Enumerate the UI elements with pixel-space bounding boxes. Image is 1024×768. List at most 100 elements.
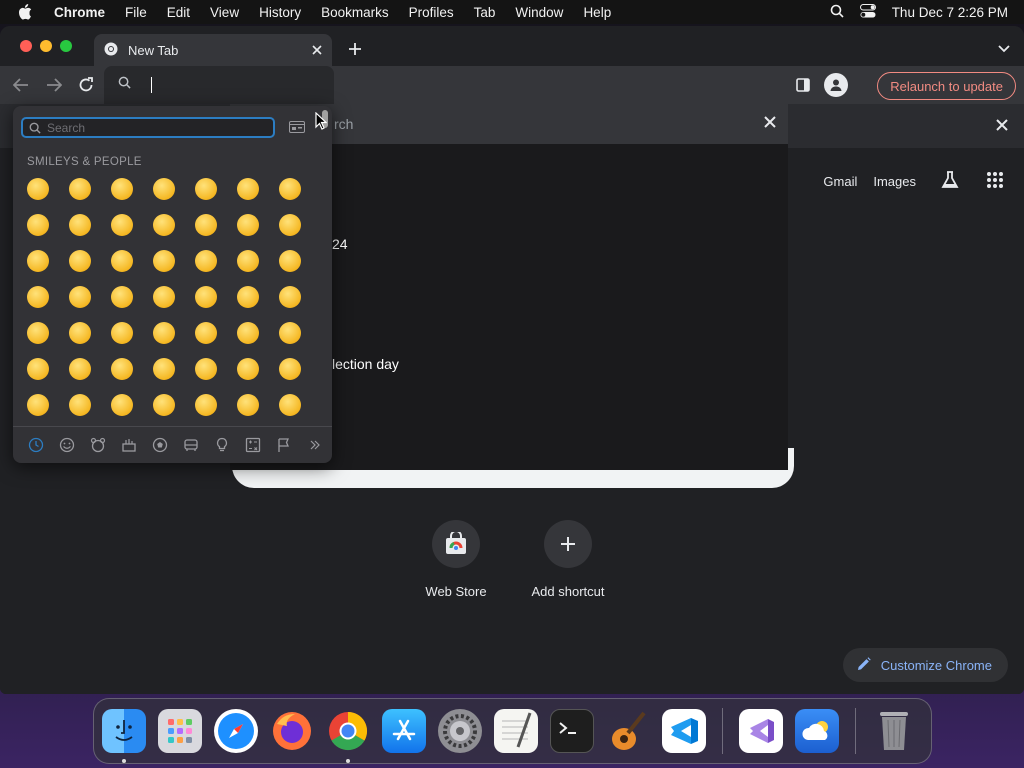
address-bar[interactable]: [104, 66, 334, 104]
emoji-cell[interactable]: 🤨: [23, 318, 53, 348]
dropdown-text-fragment-2[interactable]: lection day: [332, 356, 399, 372]
dropdown-close-icon[interactable]: [764, 115, 776, 133]
dock-garageband[interactable]: [606, 709, 650, 753]
dock-finder[interactable]: [102, 709, 146, 763]
shortcut-add[interactable]: Add shortcut: [513, 520, 623, 599]
gmail-link[interactable]: Gmail: [823, 174, 857, 189]
control-center-icon[interactable]: [859, 3, 876, 21]
clock-icon[interactable]: [27, 436, 45, 454]
emoji-cell[interactable]: 😒: [65, 354, 95, 384]
animal-icon[interactable]: [89, 436, 107, 454]
dock-safari[interactable]: [214, 709, 258, 753]
emoji-cell[interactable]: 😍: [149, 246, 179, 276]
emoji-cell[interactable]: 😣: [65, 390, 95, 420]
menu-history[interactable]: History: [259, 5, 301, 20]
emoji-cell[interactable]: 🤩: [233, 318, 263, 348]
emoji-cell[interactable]: 🥰: [191, 246, 221, 276]
emoji-cell[interactable]: 🥸: [191, 318, 221, 348]
new-tab-button[interactable]: [344, 38, 366, 60]
menu-edit[interactable]: Edit: [167, 5, 190, 20]
forward-button[interactable]: [43, 74, 65, 96]
emoji-cell[interactable]: 🥺: [233, 390, 263, 420]
close-window-button[interactable]: [20, 40, 32, 52]
ball-icon[interactable]: [151, 436, 169, 454]
emoji-cell[interactable]: 😏: [23, 354, 53, 384]
dock-vscode[interactable]: [662, 709, 706, 753]
emoji-cell[interactable]: 😝: [191, 282, 221, 312]
emoji-cell[interactable]: 😗: [275, 246, 305, 276]
emoji-cell[interactable]: 🙃: [23, 246, 53, 276]
tab-close-icon[interactable]: [312, 43, 322, 58]
reload-button[interactable]: [75, 74, 97, 96]
minimize-window-button[interactable]: [40, 40, 52, 52]
emoji-cell[interactable]: 😛: [149, 282, 179, 312]
dock-visual-studio[interactable]: [739, 709, 783, 753]
dock-app-store[interactable]: [382, 709, 426, 753]
dock-terminal[interactable]: [550, 709, 594, 753]
labs-flask-icon[interactable]: [940, 170, 960, 193]
back-button[interactable]: [10, 74, 32, 96]
emoji-cell[interactable]: 🥹: [233, 174, 263, 204]
dock-firefox[interactable]: [270, 709, 314, 753]
food-icon[interactable]: [120, 436, 138, 454]
emoji-cell[interactable]: 😁: [149, 174, 179, 204]
emoji-cell[interactable]: 🥲: [107, 210, 137, 240]
dock-system-settings[interactable]: [438, 709, 482, 753]
emoji-cell[interactable]: 🤣: [65, 210, 95, 240]
emoji-cell[interactable]: ☺️: [149, 210, 179, 240]
bulb-icon[interactable]: [213, 436, 231, 454]
emoji-cell[interactable]: 😂: [23, 210, 53, 240]
dock-weather[interactable]: [795, 709, 839, 753]
emoji-cell[interactable]: 😇: [233, 210, 263, 240]
menu-clock[interactable]: Thu Dec 7 2:26 PM: [892, 5, 1008, 20]
dock-trash[interactable]: [872, 709, 916, 753]
relaunch-to-update-button[interactable]: Relaunch to update: [877, 72, 1016, 100]
emoji-cell[interactable]: 😊: [191, 210, 221, 240]
apple-menu-icon[interactable]: [18, 4, 36, 20]
menu-help[interactable]: Help: [583, 5, 611, 20]
emoji-cell[interactable]: 🤓: [107, 318, 137, 348]
tab-new-tab[interactable]: New Tab: [94, 34, 332, 66]
emoji-cell[interactable]: 🥳: [275, 318, 305, 348]
character-viewer-icon[interactable]: [289, 120, 305, 138]
banner-close-icon[interactable]: [996, 118, 1008, 136]
emoji-cell[interactable]: 😖: [107, 390, 137, 420]
zoom-window-button[interactable]: [60, 40, 72, 52]
profile-avatar-icon[interactable]: [824, 73, 848, 97]
emoji-cell[interactable]: 😌: [107, 246, 137, 276]
dock-chrome[interactable]: [326, 709, 370, 763]
emoji-cell[interactable]: 😚: [65, 282, 95, 312]
emoji-cell[interactable]: 🙂: [275, 210, 305, 240]
shortcut-web-store[interactable]: Web Store: [401, 520, 511, 599]
menu-view[interactable]: View: [210, 5, 239, 20]
menu-app-name[interactable]: Chrome: [54, 5, 105, 20]
emoji-cell[interactable]: 😕: [233, 354, 263, 384]
emoji-cell[interactable]: 😔: [149, 354, 179, 384]
emoji-cell[interactable]: 😉: [65, 246, 95, 276]
menu-window[interactable]: Window: [515, 5, 563, 20]
emoji-cell[interactable]: 😎: [149, 318, 179, 348]
menu-file[interactable]: File: [125, 5, 147, 20]
emoji-cell[interactable]: 😜: [233, 282, 263, 312]
emoji-cell[interactable]: 😟: [191, 354, 221, 384]
emoji-search-input[interactable]: Search: [21, 117, 275, 138]
emoji-cell[interactable]: 😞: [107, 354, 137, 384]
emoji-cell[interactable]: 😩: [191, 390, 221, 420]
emoji-cell[interactable]: 🙁: [275, 354, 305, 384]
emoji-cell[interactable]: 😀: [23, 174, 53, 204]
tab-search-chevron-icon[interactable]: [998, 40, 1010, 58]
images-link[interactable]: Images: [873, 174, 916, 189]
dock-launchpad[interactable]: [158, 709, 202, 753]
dock-textedit[interactable]: [494, 709, 538, 753]
emoji-cell[interactable]: 😘: [233, 246, 263, 276]
emoji-cell[interactable]: 😆: [191, 174, 221, 204]
symbols-icon[interactable]: [244, 436, 262, 454]
menu-profiles[interactable]: Profiles: [409, 5, 454, 20]
flag-icon[interactable]: [275, 436, 293, 454]
emoji-cell[interactable]: 😋: [107, 282, 137, 312]
emoji-cell[interactable]: 🤪: [275, 282, 305, 312]
google-apps-grid-icon[interactable]: [986, 171, 1004, 192]
emoji-cell[interactable]: 😅: [275, 174, 305, 204]
menu-bookmarks[interactable]: Bookmarks: [321, 5, 389, 20]
customize-chrome-button[interactable]: Customize Chrome: [842, 648, 1008, 682]
